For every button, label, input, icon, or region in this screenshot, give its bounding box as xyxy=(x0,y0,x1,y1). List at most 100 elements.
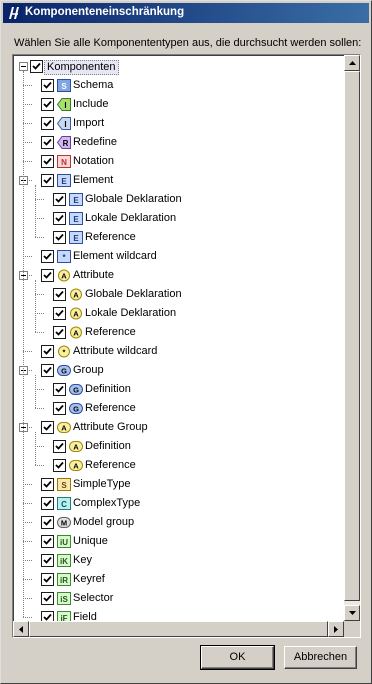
tree-item[interactable]: I Include xyxy=(13,96,343,115)
arrow-down-icon xyxy=(349,611,356,615)
tree-item[interactable]: E Globale Deklaration xyxy=(13,191,343,210)
tree-item-checkbox[interactable] xyxy=(41,592,54,605)
tree-item[interactable]: G Group xyxy=(13,362,343,381)
tree-item[interactable]: iS Selector xyxy=(13,590,343,609)
tree-item[interactable]: N Notation xyxy=(13,153,343,172)
tree-item[interactable]: S Schema xyxy=(13,77,343,96)
tree-item[interactable]: G Definition xyxy=(13,381,343,400)
tree-item-checkbox[interactable] xyxy=(41,364,54,377)
tree-item-checkbox[interactable] xyxy=(53,326,66,339)
tree-item[interactable]: A Reference xyxy=(13,324,343,343)
svg-text:E: E xyxy=(61,177,67,186)
tree-item-checkbox[interactable] xyxy=(41,421,54,434)
tree-item-label: Definition xyxy=(85,440,131,452)
title-bar[interactable]: Komponenteneinschränkung xyxy=(3,3,369,23)
tree-item-label: Lokale Deklaration xyxy=(85,212,177,224)
scroll-left-button[interactable] xyxy=(13,621,29,637)
app-icon xyxy=(6,5,22,21)
svg-text:G: G xyxy=(73,386,79,395)
tree-item-checkbox[interactable] xyxy=(41,478,54,491)
tree-item-checkbox[interactable] xyxy=(41,535,54,548)
collapse-toggle[interactable] xyxy=(19,62,28,71)
horizontal-scroll-thumb[interactable] xyxy=(29,621,328,637)
tree-item-checkbox[interactable] xyxy=(41,516,54,529)
tree-item-label: Reference xyxy=(85,402,136,414)
tree-item-checkbox[interactable] xyxy=(53,231,66,244)
tree-item-checkbox[interactable] xyxy=(53,459,66,472)
scroll-up-button[interactable] xyxy=(344,55,360,71)
tree-item[interactable]: * Attribute wildcard xyxy=(13,343,343,362)
tree-item[interactable]: A Attribute xyxy=(13,267,343,286)
tree-item-label: Attribute xyxy=(73,269,114,281)
tree-item[interactable]: R Redefine xyxy=(13,134,343,153)
tree-item-checkbox[interactable] xyxy=(41,174,54,187)
tree-item-checkbox[interactable] xyxy=(41,345,54,358)
tree-item-checkbox[interactable] xyxy=(30,60,43,73)
attribute-group-icon: A xyxy=(57,422,71,433)
horizontal-scrollbar[interactable] xyxy=(13,621,344,637)
simpletype-icon: S xyxy=(57,478,71,491)
tree-item[interactable]: Komponenten xyxy=(13,58,343,77)
tree-item[interactable]: A Lokale Deklaration xyxy=(13,305,343,324)
tree-item-checkbox[interactable] xyxy=(41,573,54,586)
cancel-button[interactable]: Abbrechen xyxy=(284,646,357,669)
tree-connector xyxy=(35,294,44,295)
tree-item-checkbox[interactable] xyxy=(53,383,66,396)
tree-item[interactable]: A Reference xyxy=(13,457,343,476)
tree-item-checkbox[interactable] xyxy=(53,212,66,225)
tree-item[interactable]: iU Unique xyxy=(13,533,343,552)
tree-item[interactable]: E Reference xyxy=(13,229,343,248)
vertical-scroll-thumb[interactable] xyxy=(344,71,360,601)
tree-item[interactable]: iF Field xyxy=(13,609,343,621)
tree-guide-line xyxy=(35,375,36,408)
tree-item-checkbox[interactable] xyxy=(41,250,54,263)
tree-item[interactable]: A Definition xyxy=(13,438,343,457)
tree-item-label: Element wildcard xyxy=(73,250,157,262)
tree-item[interactable]: iK Key xyxy=(13,552,343,571)
tree-item-checkbox[interactable] xyxy=(41,611,54,621)
tree-item-checkbox[interactable] xyxy=(53,440,66,453)
tree-item[interactable]: A Attribute Group xyxy=(13,419,343,438)
tree-item[interactable]: S SimpleType xyxy=(13,476,343,495)
tree-item-checkbox[interactable] xyxy=(41,554,54,567)
svg-text:M: M xyxy=(61,519,67,528)
tree-item[interactable]: E Lokale Deklaration xyxy=(13,210,343,229)
tree-item-checkbox[interactable] xyxy=(41,117,54,130)
tree-item-label: Selector xyxy=(73,592,114,604)
tree-item-checkbox[interactable] xyxy=(53,307,66,320)
tree-item[interactable]: M Model group xyxy=(13,514,343,533)
scroll-down-button[interactable] xyxy=(344,605,360,621)
complextype-icon: C xyxy=(57,497,71,510)
tree-item-label: Notation xyxy=(73,155,114,167)
tree-item[interactable]: G Reference xyxy=(13,400,343,419)
tree-connector xyxy=(35,237,44,238)
scroll-right-button[interactable] xyxy=(328,621,344,637)
tree-connector xyxy=(23,560,32,561)
tree-connector xyxy=(35,446,44,447)
tree-item-checkbox[interactable] xyxy=(41,98,54,111)
ok-button[interactable]: OK xyxy=(200,645,275,670)
tree-item-checkbox[interactable] xyxy=(53,402,66,415)
vertical-scrollbar[interactable] xyxy=(344,55,360,621)
tree-item-checkbox[interactable] xyxy=(53,288,66,301)
schema-icon: S xyxy=(57,79,71,92)
tree-item-checkbox[interactable] xyxy=(41,155,54,168)
tree-item-checkbox[interactable] xyxy=(41,79,54,92)
tree-item-checkbox[interactable] xyxy=(53,193,66,206)
notation-icon: N xyxy=(57,155,71,168)
tree-item[interactable]: * Element wildcard xyxy=(13,248,343,267)
tree-item[interactable]: E Element xyxy=(13,172,343,191)
svg-text:A: A xyxy=(73,329,79,338)
tree-item[interactable]: C ComplexType xyxy=(13,495,343,514)
component-tree[interactable]: Komponenten S Schema I Include I Import R Redefi… xyxy=(13,55,343,621)
tree-item-checkbox[interactable] xyxy=(41,497,54,510)
tree-item[interactable]: A Globale Deklaration xyxy=(13,286,343,305)
tree-item-checkbox[interactable] xyxy=(41,136,54,149)
tree-item-checkbox[interactable] xyxy=(41,269,54,282)
component-tree-panel[interactable]: Komponenten S Schema I Include I Import R Redefi… xyxy=(12,54,361,638)
tree-connector xyxy=(35,465,44,466)
tree-item-label: Model group xyxy=(73,516,135,528)
group-icon: G xyxy=(57,365,71,376)
tree-item[interactable]: iR Keyref xyxy=(13,571,343,590)
tree-item[interactable]: I Import xyxy=(13,115,343,134)
